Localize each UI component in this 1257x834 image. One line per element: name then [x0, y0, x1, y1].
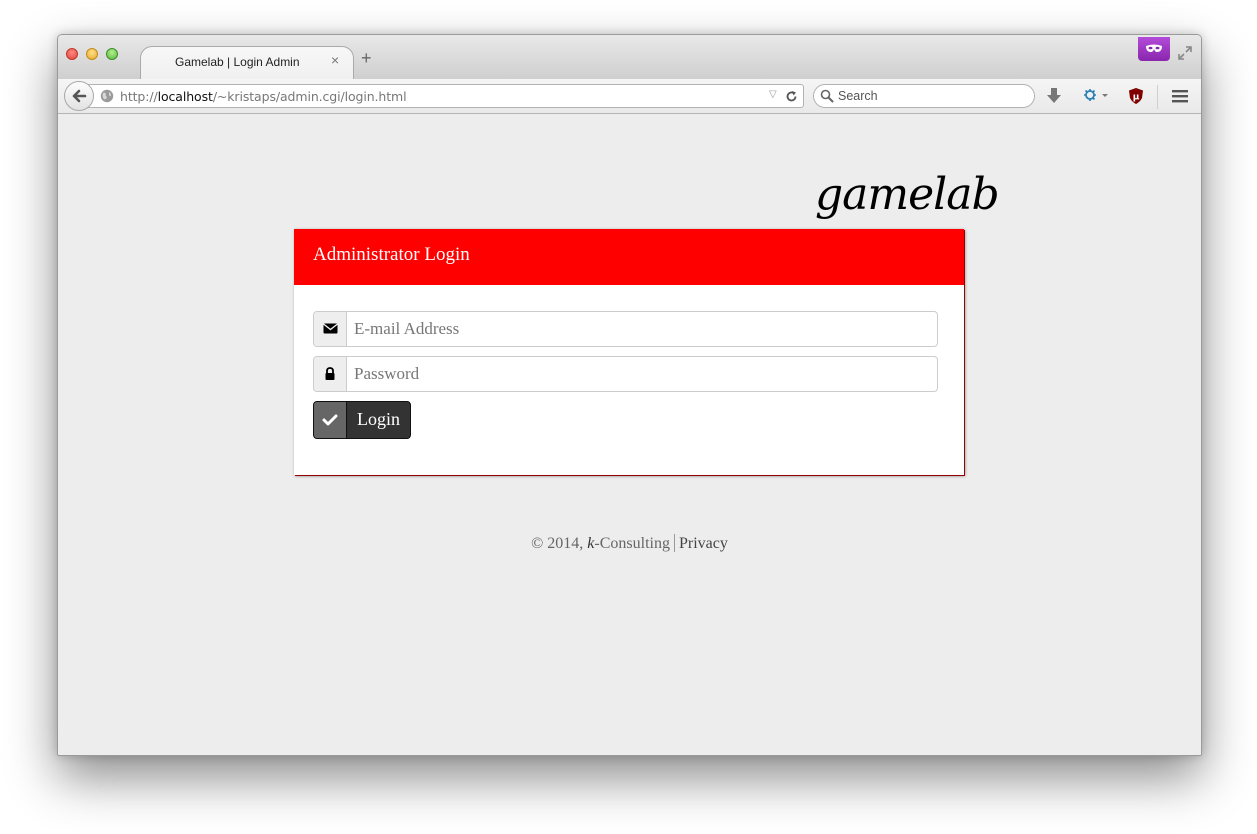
- tab-gamelab-login[interactable]: Gamelab | Login Admin ×: [140, 46, 354, 79]
- login-panel-title: Administrator Login: [313, 244, 470, 265]
- url-history-dropdown-icon[interactable]: ▽: [769, 89, 777, 100]
- login-button[interactable]: Login: [313, 401, 411, 439]
- email-input-group: [313, 311, 938, 347]
- lock-icon: [314, 357, 347, 391]
- privacy-link[interactable]: Privacy: [679, 535, 728, 552]
- tab-title: Gamelab | Login Admin: [175, 55, 300, 69]
- footer-separator: [673, 534, 675, 552]
- footer-company-name: -Consulting: [594, 535, 670, 552]
- login-button-label: Login: [357, 409, 400, 429]
- private-mask-icon: [1138, 37, 1170, 61]
- url-host: localhost: [157, 89, 213, 104]
- login-panel-header: Administrator Login: [294, 229, 964, 285]
- tab-bar: Gamelab | Login Admin × +: [58, 35, 1201, 79]
- url-path: /~kristaps/admin.cgi/login.html: [212, 89, 407, 104]
- search-bar[interactable]: [813, 84, 1035, 108]
- back-arrow-icon: [72, 89, 87, 103]
- password-input-group: [313, 356, 938, 392]
- gamelab-logo: gamelab: [815, 169, 1000, 220]
- page-content: gamelab Administrator Login E-mail Addre…: [58, 114, 1201, 755]
- email-field[interactable]: [354, 316, 924, 342]
- url-bar[interactable]: http://localhost/~kristaps/admin.cgi/log…: [84, 84, 804, 108]
- hamburger-menu-icon[interactable]: [1171, 87, 1189, 105]
- window-minimize-button[interactable]: [86, 48, 98, 60]
- search-input[interactable]: [838, 88, 1023, 104]
- browser-window: Gamelab | Login Admin × + http://localho…: [57, 34, 1202, 756]
- download-icon[interactable]: [1046, 87, 1064, 105]
- new-tab-button[interactable]: +: [361, 49, 372, 67]
- navigation-toolbar: http://localhost/~kristaps/admin.cgi/log…: [58, 79, 1201, 114]
- url-scheme: http://: [120, 89, 158, 104]
- login-panel: Administrator Login E-mail Address Login: [294, 229, 964, 475]
- password-field[interactable]: [354, 361, 924, 387]
- footer-copyright: © 2014,: [531, 535, 588, 552]
- url-text: http://localhost/~kristaps/admin.cgi/log…: [120, 89, 407, 104]
- envelope-icon: [314, 312, 347, 346]
- page-footer: © 2014, k-Consulting Privacy: [58, 534, 1201, 553]
- svg-text:μ: μ: [1133, 93, 1140, 103]
- search-icon: [820, 89, 834, 108]
- ublock-icon[interactable]: μ: [1127, 87, 1145, 105]
- reload-icon[interactable]: [785, 88, 798, 106]
- tab-close-icon[interactable]: ×: [331, 52, 339, 68]
- window-zoom-button[interactable]: [106, 48, 118, 60]
- toolbar-divider: [1157, 85, 1158, 109]
- checkmark-icon: [314, 402, 347, 438]
- globe-icon: [100, 89, 114, 103]
- fullscreen-icon[interactable]: [1177, 45, 1193, 61]
- back-button[interactable]: [64, 81, 94, 111]
- extension-icon[interactable]: [1082, 87, 1112, 105]
- window-close-button[interactable]: [66, 48, 78, 60]
